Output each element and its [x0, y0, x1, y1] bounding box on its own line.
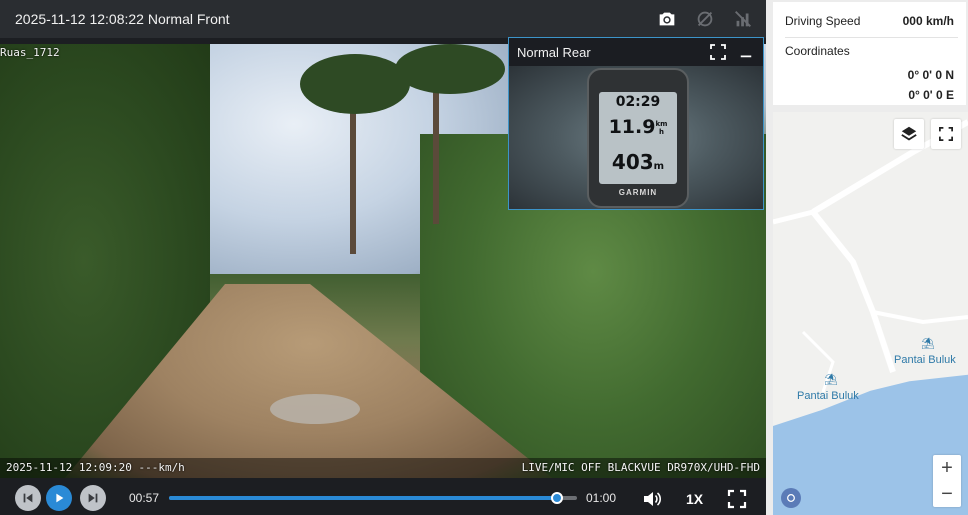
- telemetry-panel: Driving Speed 000 km/h Coordinates 0° 0'…: [773, 2, 966, 105]
- pip-title: Normal Rear: [517, 44, 591, 60]
- playback-speed-button[interactable]: 1X: [686, 491, 703, 507]
- player-top-bar: 2025-11-12 12:08:22 Normal Front: [0, 0, 766, 38]
- gps-speed-row: 11.9km h: [599, 116, 677, 138]
- map-view[interactable]: ⛱ Pantai Buluk ⛱ Pantai Buluk + −: [773, 112, 968, 515]
- gps-device: 02:29 11.9km h 403m GARMIN: [587, 68, 689, 208]
- poi-label[interactable]: Pantai Buluk: [797, 390, 859, 402]
- fullscreen-icon[interactable]: [707, 41, 729, 63]
- driving-speed-value: 000 km/h: [902, 14, 954, 28]
- gps-screen: 02:29 11.9km h 403m: [599, 92, 677, 184]
- divider: [785, 37, 958, 38]
- gps-speed-unit-bottom: h: [658, 127, 664, 136]
- next-button[interactable]: [80, 485, 106, 511]
- volume-icon[interactable]: [642, 489, 662, 514]
- app-root: 2025-11-12 12:08:22 Normal Front Ruas_17…: [0, 0, 968, 515]
- compass-icon[interactable]: [781, 488, 801, 508]
- fullscreen-icon[interactable]: [727, 489, 747, 514]
- play-button[interactable]: [46, 485, 72, 511]
- osd-device-info: LIVE/MIC OFF BLACKVUE DR970X/UHD-FHD: [521, 461, 760, 474]
- progress-thumb[interactable]: [550, 492, 563, 504]
- gps-time: 02:29: [615, 94, 661, 110]
- player-title: 2025-11-12 12:08:22 Normal Front: [15, 11, 230, 27]
- video-player: 2025-11-12 12:08:22 Normal Front Ruas_17…: [0, 0, 766, 515]
- progress-fill: [169, 496, 557, 500]
- coordinates-label: Coordinates: [785, 44, 850, 58]
- driving-speed-row: Driving Speed 000 km/h: [785, 14, 954, 28]
- gps-speed: 11.9: [608, 116, 656, 138]
- zoom-control: + −: [933, 455, 961, 507]
- rear-camera-view: 02:29 11.9km h 403m GARMIN: [509, 66, 763, 209]
- playback-controls: 00:57 01:00 1X: [0, 481, 766, 515]
- driving-speed-label: Driving Speed: [785, 14, 861, 28]
- gps-speed-unit-top: km: [655, 119, 668, 128]
- previous-button[interactable]: [15, 485, 41, 511]
- poi-label[interactable]: Pantai Buluk: [894, 354, 956, 366]
- layers-icon[interactable]: [894, 119, 924, 149]
- latitude-value: 0° 0' 0 N: [907, 68, 954, 82]
- zoom-in-button[interactable]: +: [941, 458, 953, 478]
- rear-camera-pip[interactable]: Normal Rear 02:29 11.9km h 403m GARMIN: [508, 37, 764, 210]
- camera-label: Ruas_1712: [0, 46, 60, 59]
- palm-crown: [395, 44, 505, 94]
- gps-distance-row: 403m: [599, 150, 677, 174]
- total-time: 01:00: [586, 491, 617, 505]
- signal-off-icon[interactable]: [728, 4, 758, 34]
- osd-timestamp-speed: 2025-11-12 12:09:20 ---km/h: [6, 461, 185, 474]
- pip-header: Normal Rear: [509, 38, 763, 66]
- longitude-value: 0° 0' 0 E: [908, 88, 954, 102]
- minimize-icon[interactable]: [735, 41, 757, 63]
- palm-crown: [300, 54, 410, 114]
- satellite-off-icon[interactable]: [690, 4, 720, 34]
- camera-icon[interactable]: [652, 4, 682, 34]
- beach-icon: ⛱: [921, 338, 935, 350]
- beach-icon: ⛱: [824, 374, 838, 386]
- zoom-out-button[interactable]: −: [941, 484, 953, 504]
- gps-distance: 403: [611, 150, 654, 174]
- map-fullscreen-icon[interactable]: [931, 119, 961, 149]
- gps-brand: GARMIN: [618, 188, 658, 197]
- progress-slider[interactable]: [169, 492, 577, 504]
- current-time: 00:57: [129, 491, 160, 505]
- gps-distance-unit: m: [653, 161, 665, 172]
- road-puddle: [270, 394, 360, 424]
